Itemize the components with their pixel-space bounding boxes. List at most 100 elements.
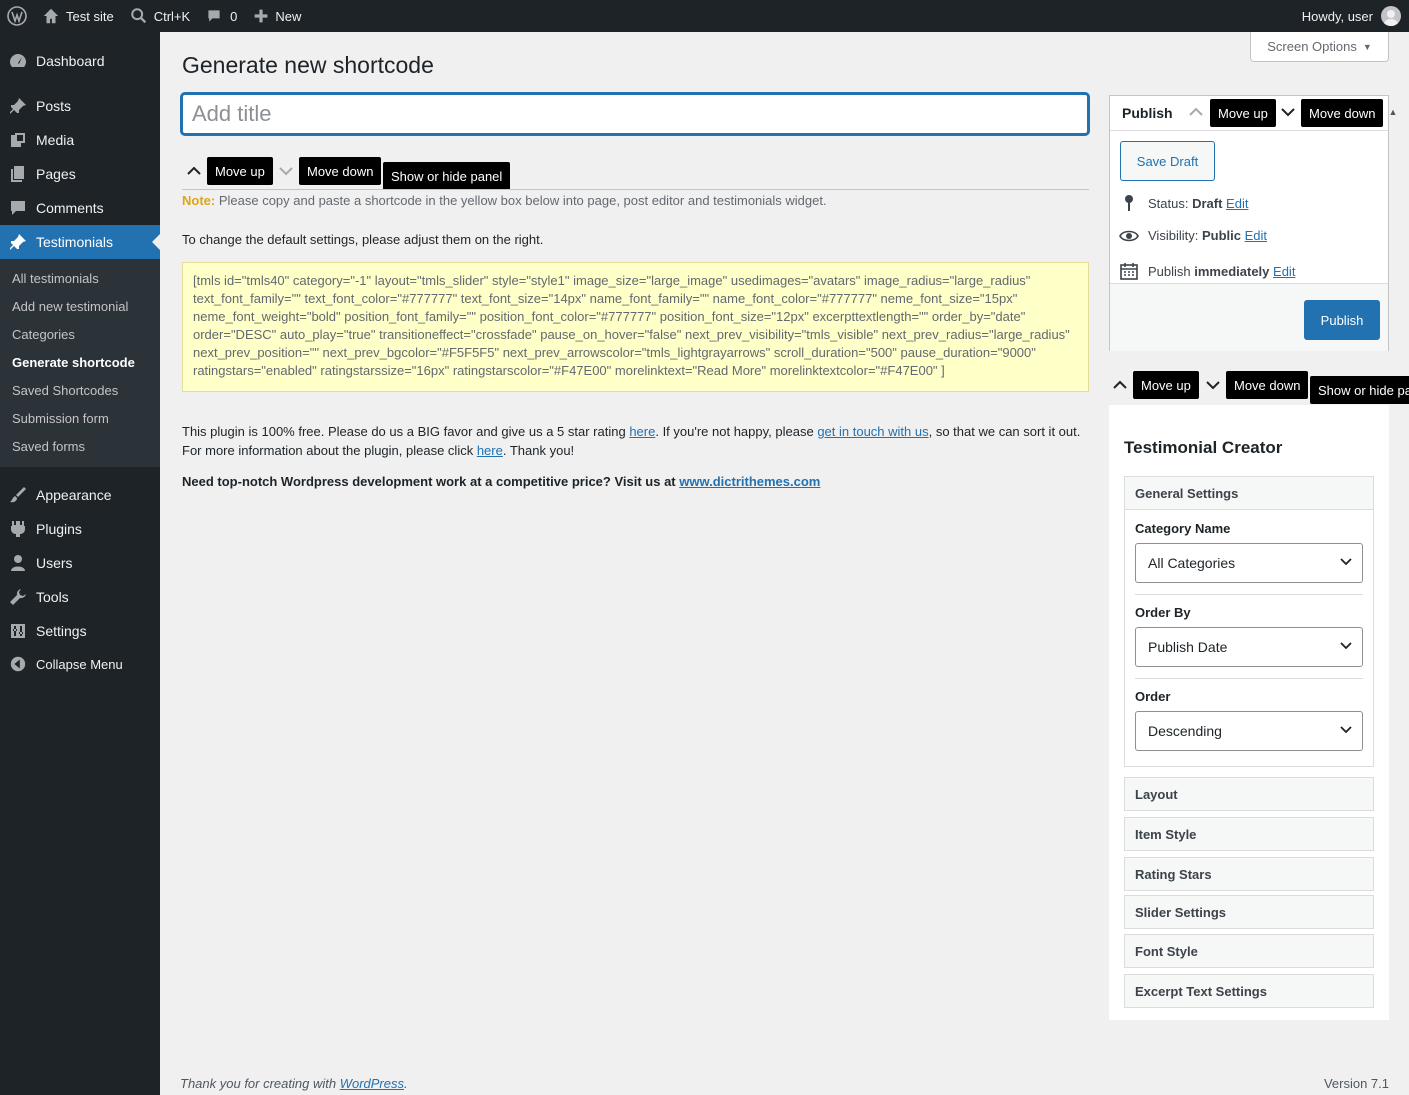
category-select[interactable]: All Categories <box>1135 543 1363 583</box>
publish-box: Publish Save Draft Status: Draft Edit Vi… <box>1109 95 1389 351</box>
collapse-menu-button[interactable]: Collapse Menu <box>0 647 160 681</box>
layout-section-header[interactable]: Layout <box>1124 777 1374 811</box>
save-draft-button[interactable]: Save Draft <box>1120 141 1215 181</box>
general-settings-panel: Category Name All Categories Order By Pu… <box>1124 509 1374 767</box>
rating-stars-section-header[interactable]: Rating Stars <box>1124 857 1374 891</box>
publish-move-up-button[interactable] <box>1186 102 1206 122</box>
dashboard-icon <box>0 51 36 71</box>
howdy-text: Howdy, user <box>1301 8 1373 24</box>
submenu-all-testimonials[interactable]: All testimonials <box>12 271 99 286</box>
plugin-info-text: This plugin is 100% free. Please do us a… <box>182 424 1081 458</box>
separator <box>1135 678 1363 679</box>
site-name: Test site <box>66 8 114 24</box>
tooltip-show-hide-panel: Show or hide panel <box>383 162 511 190</box>
sidebar-item-posts[interactable]: Posts <box>0 89 160 123</box>
users-icon <box>0 553 36 573</box>
chevron-down-icon <box>1206 381 1220 390</box>
main-content: Screen Options ▼ Generate new shortcode … <box>160 32 1409 1095</box>
admin-bar: Test site Ctrl+K 0 New Howdy, user <box>0 0 1409 32</box>
slider-settings-section-header[interactable]: Slider Settings <box>1124 895 1374 929</box>
page-title: Generate new shortcode <box>182 52 434 78</box>
home-icon <box>43 8 59 24</box>
panel-divider <box>182 189 1089 190</box>
sidebar-item-comments[interactable]: Comments <box>0 191 160 225</box>
promo-text: Need top-notch Wordpress development wor… <box>182 474 821 489</box>
dictrithemes-link[interactable]: www.dictrithemes.com <box>679 474 820 489</box>
search-icon <box>130 8 146 24</box>
testimonials-submenu: All testimonials Add new testimonial Cat… <box>0 259 160 467</box>
plus-icon <box>255 9 268 23</box>
submenu-saved-shortcodes[interactable]: Saved Shortcodes <box>12 383 118 398</box>
chevron-up-icon <box>1189 107 1203 116</box>
screen-options-button[interactable]: Screen Options ▼ <box>1250 32 1389 62</box>
submenu-saved-forms[interactable]: Saved forms <box>12 439 85 454</box>
sidebar-item-media[interactable]: Media <box>0 123 160 157</box>
shortcode-box[interactable]: [tmls id="tmls40" category="-1" layout="… <box>182 262 1089 392</box>
creator-move-down-button[interactable] <box>1203 375 1223 395</box>
sidebar-item-tools[interactable]: Tools <box>0 580 160 614</box>
creator-title: Testimonial Creator <box>1124 438 1283 457</box>
submenu-submission-form[interactable]: Submission form <box>12 411 109 426</box>
edit-status-link[interactable]: Edit <box>1226 196 1248 211</box>
edit-visibility-link[interactable]: Edit <box>1245 228 1267 243</box>
chevron-down-icon <box>1340 558 1352 566</box>
comments-link[interactable]: 0 <box>198 0 245 32</box>
excerpt-text-settings-section-header[interactable]: Excerpt Text Settings <box>1124 974 1374 1008</box>
search-command[interactable]: Ctrl+K <box>122 0 198 32</box>
publish-toggle-button[interactable]: ▲ <box>1387 102 1399 122</box>
wordpress-link[interactable]: WordPress <box>340 1076 404 1091</box>
order-select[interactable]: Descending <box>1135 711 1363 751</box>
my-account[interactable]: Howdy, user <box>1302 6 1409 26</box>
submenu-categories[interactable]: Categories <box>12 327 75 342</box>
publish-time-row: Publish immediately Edit <box>1118 262 1295 280</box>
eye-icon <box>1118 229 1140 243</box>
search-shortcut: Ctrl+K <box>153 8 191 24</box>
visibility-row: Visibility: Public Edit <box>1118 228 1267 243</box>
note-label: Note: <box>182 193 216 208</box>
media-icon <box>0 130 36 150</box>
order-by-select[interactable]: Publish Date <box>1135 627 1363 667</box>
contact-link[interactable]: get in touch with us <box>817 424 928 439</box>
creator-tooltip-move-down: Move down <box>1226 371 1309 399</box>
move-up-button[interactable] <box>184 161 204 181</box>
general-settings-header[interactable]: General Settings <box>1124 476 1374 510</box>
title-input[interactable] <box>181 93 1089 135</box>
comment-icon <box>208 10 220 22</box>
item-style-section-header[interactable]: Item Style <box>1124 817 1374 851</box>
rating-link[interactable]: here <box>629 424 655 439</box>
caret-down-icon: ▼ <box>1362 41 1372 52</box>
order-by-label: Order By <box>1135 605 1191 620</box>
submenu-add-new-testimonial[interactable]: Add new testimonial <box>12 299 128 314</box>
chevron-up-icon <box>187 166 201 175</box>
plugin-icon <box>0 519 36 539</box>
more-info-link[interactable]: here <box>477 443 503 458</box>
brush-icon <box>0 485 36 505</box>
collapse-icon <box>0 655 36 673</box>
edit-publish-time-link[interactable]: Edit <box>1273 264 1295 279</box>
new-content-link[interactable]: New <box>245 0 309 32</box>
move-down-button[interactable] <box>276 161 296 181</box>
creator-move-up-button[interactable] <box>1110 375 1130 395</box>
sidebar-item-plugins[interactable]: Plugins <box>0 512 160 546</box>
chevron-down-icon <box>279 167 293 176</box>
avatar <box>1381 6 1401 26</box>
footer-text: Thank you for creating with WordPress. <box>180 1076 408 1091</box>
sidebar-item-testimonials[interactable]: Testimonials <box>0 225 160 259</box>
font-style-section-header[interactable]: Font Style <box>1124 934 1374 968</box>
sidebar-item-pages[interactable]: Pages <box>0 157 160 191</box>
site-name-link[interactable]: Test site <box>34 0 122 32</box>
sidebar-item-settings[interactable]: Settings <box>0 614 160 648</box>
sidebar-item-users[interactable]: Users <box>0 546 160 580</box>
submenu-generate-shortcode[interactable]: Generate shortcode <box>12 355 135 370</box>
sidebar-item-dashboard[interactable]: Dashboard <box>0 44 160 78</box>
sidebar-item-appearance[interactable]: Appearance <box>0 478 160 512</box>
publish-move-down-button[interactable] <box>1278 102 1298 122</box>
calendar-icon <box>1118 262 1140 280</box>
publish-button[interactable]: Publish <box>1304 300 1380 340</box>
chevron-up-icon <box>1113 380 1127 389</box>
wordpress-logo[interactable] <box>0 0 34 32</box>
new-label: New <box>275 8 302 24</box>
tooltip-move-up: Move up <box>207 157 273 185</box>
pin-icon <box>0 96 36 116</box>
creator-tooltip-show-hide-panel: Show or hide pa <box>1310 376 1409 404</box>
